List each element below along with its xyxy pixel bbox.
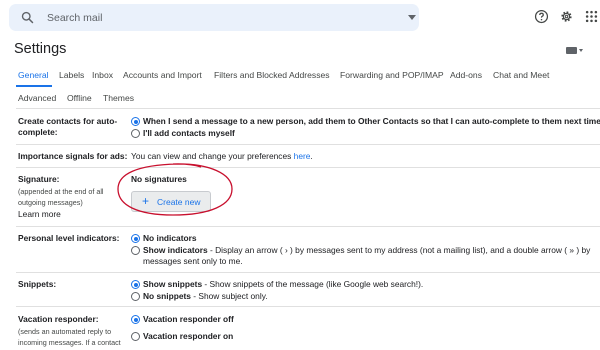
show-indicators-description: messages sent only to me. xyxy=(143,256,243,266)
create-contacts-label: Create contacts for auto- complete: xyxy=(18,116,118,137)
tab-offline[interactable]: Offline xyxy=(67,93,92,103)
no-indicators-radio[interactable] xyxy=(131,234,140,243)
vacation-responder-description: (sends an automated reply to incoming me… xyxy=(18,327,121,347)
divider xyxy=(16,272,600,273)
tab-chat-and-meet[interactable]: Chat and Meet xyxy=(493,70,549,80)
show-snippets-radio[interactable] xyxy=(131,280,140,289)
divider xyxy=(16,144,600,145)
search-bar[interactable]: Search mail xyxy=(9,4,419,31)
tab-inbox[interactable]: Inbox xyxy=(92,70,113,80)
top-bar: Search mail xyxy=(0,0,600,38)
show-indicators-option[interactable]: Show indicators - Display an arrow ( › )… xyxy=(143,245,590,256)
tab-add-ons[interactable]: Add-ons xyxy=(450,70,482,80)
tab-labels[interactable]: Labels xyxy=(59,70,84,80)
apps-grid-icon[interactable] xyxy=(584,9,599,24)
show-snippets-option[interactable]: Show snippets - Show snippets of the mes… xyxy=(143,279,423,290)
create-contacts-manual-radio[interactable] xyxy=(131,129,140,138)
create-contacts-manual-option[interactable]: I'll add contacts myself xyxy=(143,128,235,139)
vacation-responder-label: Vacation responder: xyxy=(18,314,99,324)
vacation-off-radio[interactable] xyxy=(131,315,140,324)
tab-accounts-and-import[interactable]: Accounts and Import xyxy=(123,70,202,80)
importance-signals-label: Importance signals for ads: xyxy=(18,151,128,161)
active-tab-indicator xyxy=(16,85,52,87)
settings-tabs: General Labels Inbox Accounts and Import… xyxy=(0,70,600,90)
divider xyxy=(16,226,600,227)
signature-learn-more-link[interactable]: Learn more xyxy=(18,209,61,220)
snippets-label: Snippets: xyxy=(18,279,57,289)
tab-filters[interactable]: Filters and Blocked Addresses xyxy=(214,70,330,80)
signature-label: Signature: xyxy=(18,174,60,184)
divider xyxy=(16,306,600,307)
tab-general[interactable]: General xyxy=(18,70,49,80)
signature-description: (appended at the end of all outgoing mes… xyxy=(18,187,104,207)
tab-themes[interactable]: Themes xyxy=(103,93,134,103)
divider xyxy=(16,108,600,109)
importance-signals-link[interactable]: here xyxy=(294,151,311,161)
keyboard-icon[interactable] xyxy=(566,47,584,55)
no-snippets-option[interactable]: No snippets - Show subject only. xyxy=(143,291,268,302)
vacation-off-option[interactable]: Vacation responder off xyxy=(143,314,234,325)
show-indicators-radio[interactable] xyxy=(131,246,140,255)
search-options-icon[interactable] xyxy=(408,15,416,20)
no-indicators-option[interactable]: No indicators xyxy=(143,233,197,244)
hand-drawn-annotation-circle xyxy=(117,163,233,216)
create-contacts-auto-radio[interactable] xyxy=(131,117,140,126)
tab-forwarding[interactable]: Forwarding and POP/IMAP xyxy=(340,70,444,80)
tab-advanced[interactable]: Advanced xyxy=(18,93,56,103)
search-input[interactable]: Search mail xyxy=(47,12,102,24)
vacation-on-radio[interactable] xyxy=(131,332,140,341)
settings-tabs-row2: Advanced Offline Themes xyxy=(0,93,600,113)
no-snippets-radio[interactable] xyxy=(131,292,140,301)
search-icon[interactable] xyxy=(20,10,35,25)
personal-level-label: Personal level indicators: xyxy=(18,233,120,243)
page-title: Settings xyxy=(14,41,67,57)
divider xyxy=(16,167,600,168)
gear-icon[interactable] xyxy=(559,9,574,24)
create-contacts-auto-option[interactable]: When I send a message to a new person, a… xyxy=(143,116,600,127)
help-icon[interactable] xyxy=(534,9,549,24)
vacation-on-option[interactable]: Vacation responder on xyxy=(143,331,233,342)
